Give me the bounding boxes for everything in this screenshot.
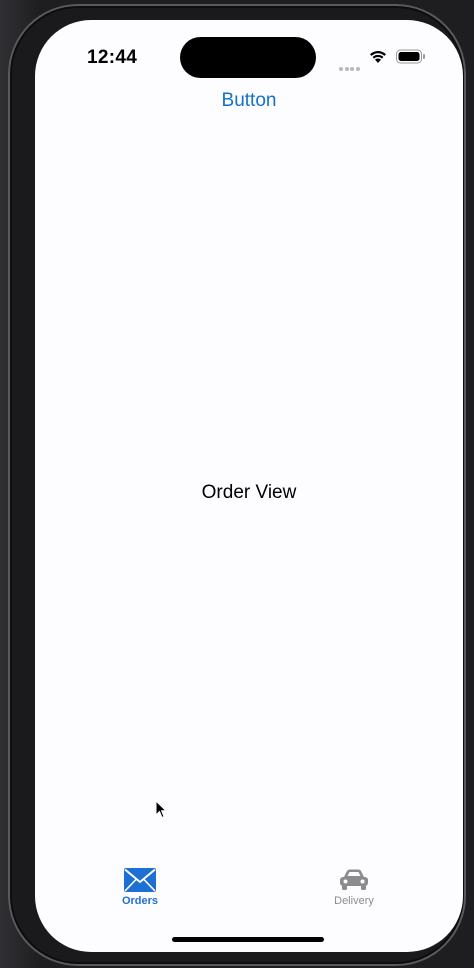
editor-glyph (0, 318, 6, 330)
envelope-icon (124, 868, 156, 892)
top-button[interactable]: Button (35, 90, 463, 112)
editor-glyph (0, 514, 6, 526)
dynamic-island (180, 37, 316, 78)
order-view-label: Order View (201, 482, 297, 503)
phone-frame: 12:44 Button Order View Orders Delivery (8, 4, 466, 966)
tab-orders[interactable]: Orders (100, 860, 180, 916)
battery-icon (396, 49, 425, 64)
editor-glyph (0, 405, 6, 417)
tab-delivery-label: Delivery (334, 895, 374, 907)
cellular-dots-icon (339, 58, 361, 71)
status-bar: 12:44 (35, 20, 463, 80)
editor-glyph (0, 600, 6, 612)
tab-bar: Orders Delivery (35, 860, 463, 920)
tab-orders-label: Orders (121, 895, 159, 907)
tab-delivery[interactable]: Delivery (314, 860, 394, 916)
mouse-cursor-icon (155, 800, 167, 819)
phone-screen: 12:44 Button Order View Orders Delivery (35, 20, 463, 952)
status-time: 12:44 (87, 47, 138, 68)
home-indicator[interactable] (172, 937, 324, 942)
wifi-icon (370, 51, 386, 63)
car-icon (340, 869, 368, 890)
